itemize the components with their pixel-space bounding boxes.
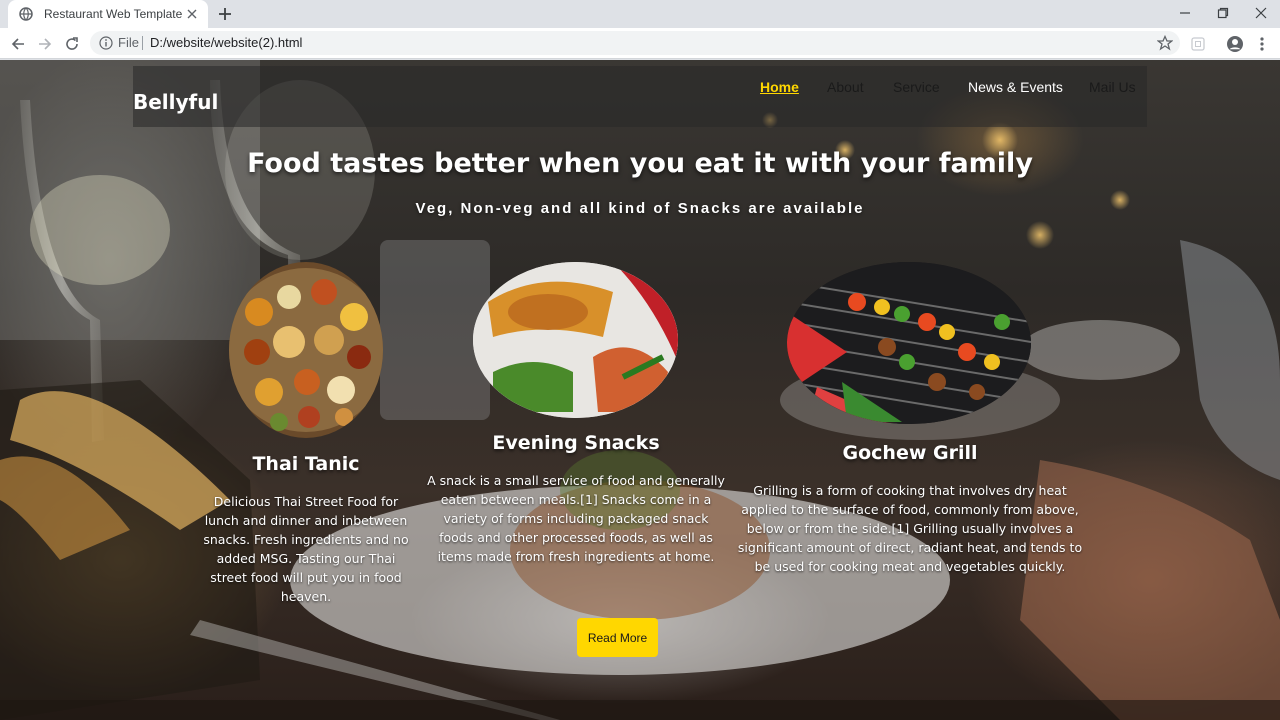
dish-title-evening-snacks: Evening Snacks xyxy=(492,432,660,454)
new-tab-icon[interactable] xyxy=(215,4,235,24)
dish-title-gochew-grill: Gochew Grill xyxy=(842,442,978,464)
nav-link-home[interactable]: Home xyxy=(760,79,799,95)
address-bar[interactable]: File D:/website/website(2).html xyxy=(90,31,1180,55)
dish-description-gochew-grill: Grilling is a form of cooking that invol… xyxy=(737,483,1083,574)
info-icon[interactable] xyxy=(98,35,114,51)
thai-platter-image xyxy=(229,262,383,438)
back-arrow-icon[interactable] xyxy=(8,34,28,54)
profile-avatar-icon[interactable] xyxy=(1225,34,1245,54)
forward-arrow-icon[interactable] xyxy=(35,34,55,54)
dish-description-evening-snacks: A snack is a small service of food and g… xyxy=(427,473,725,564)
brand-logo[interactable]: Bellyful xyxy=(133,90,218,114)
maximize-icon[interactable] xyxy=(1204,0,1242,26)
browser-menu-icon[interactable] xyxy=(1252,34,1272,54)
globe-icon xyxy=(18,6,34,22)
extension-icon[interactable] xyxy=(1188,34,1208,54)
site-header: Bellyful Home About Service News & Event… xyxy=(133,66,1147,127)
reload-icon[interactable] xyxy=(62,34,82,54)
evening-snacks-image xyxy=(473,262,678,418)
hero-title: Food tastes better when you eat it with … xyxy=(247,148,1033,179)
nav-link-mail-us[interactable]: Mail Us xyxy=(1089,79,1136,95)
browser-tab-strip: Restaurant Web Template xyxy=(0,0,1280,28)
url-text[interactable]: D:/website/website(2).html xyxy=(150,35,302,50)
read-more-button[interactable]: Read More xyxy=(577,618,658,657)
tab-title: Restaurant Web Template xyxy=(44,7,183,21)
nav-link-about[interactable]: About xyxy=(827,79,864,95)
nav-link-service[interactable]: Service xyxy=(893,79,940,95)
dish-description-thai-tanic: Delicious Thai Street Food for lunch and… xyxy=(203,494,409,604)
dish-title-thai-tanic: Thai Tanic xyxy=(252,453,360,475)
url-separator xyxy=(142,36,143,50)
page-viewport: Bellyful Home About Service News & Event… xyxy=(0,60,1280,720)
close-window-icon[interactable] xyxy=(1242,0,1280,26)
hero-subtitle: Veg, Non-veg and all kind of Snacks are … xyxy=(415,200,865,217)
url-scheme: File xyxy=(118,35,139,50)
browser-toolbar: File D:/website/website(2).html xyxy=(0,28,1280,59)
browser-tab[interactable]: Restaurant Web Template xyxy=(8,0,208,28)
close-tab-icon[interactable] xyxy=(184,6,200,22)
minimize-icon[interactable] xyxy=(1166,0,1204,26)
grill-skewers-image xyxy=(787,262,1031,424)
nav-link-news-events[interactable]: News & Events xyxy=(968,79,1063,95)
bookmark-star-icon[interactable] xyxy=(1156,34,1174,52)
